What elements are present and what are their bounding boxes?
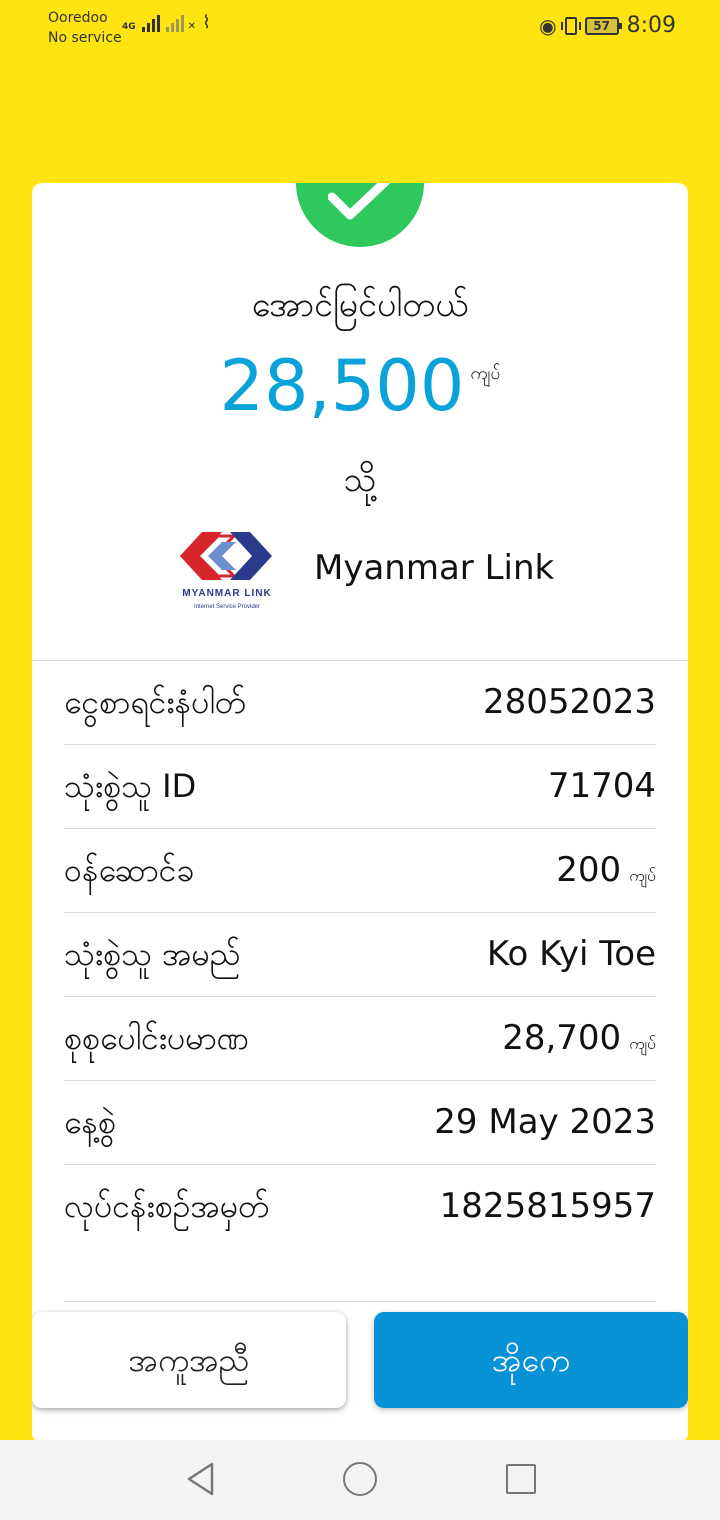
detail-value: 71704 <box>547 766 656 806</box>
success-title: အောင်မြင်ပါတယ် <box>251 285 469 325</box>
status-right: ◉ 57 8:09 <box>539 14 676 38</box>
success-check-icon <box>296 183 424 247</box>
ok-button[interactable]: အိုကေ <box>374 1312 688 1408</box>
detail-label: နေ့စွဲ <box>64 1103 116 1141</box>
detail-value: 200 <box>556 850 622 890</box>
detail-label: လုပ်ငန်းစဉ်အမှတ် <box>64 1187 270 1225</box>
signal-indicators: 4G ✕ ⌇ <box>122 14 211 32</box>
detail-value: Ko Kyi Toe <box>486 934 656 974</box>
logo-text: MYANMAR LINK <box>182 588 271 599</box>
clock: 8:09 <box>626 13 676 38</box>
logo-subtext: Internet Service Provider <box>194 604 260 610</box>
detail-label: သုံးစွဲသူ ID <box>64 767 197 805</box>
help-button[interactable]: အကူအညီ <box>32 1312 346 1408</box>
carrier-name: Ooredoo <box>48 10 108 26</box>
receipt-card: အောင်မြင်ပါတယ် 28,500 ကျပ် သို့ MYANMAR L… <box>32 183 688 1443</box>
amount-value: 28,500 <box>219 345 465 427</box>
navigation-bar <box>0 1440 720 1520</box>
detail-value: 28052023 <box>482 682 656 722</box>
recent-apps-icon[interactable] <box>506 1464 536 1494</box>
detail-row-service-fee: ဝန်ဆောင်ခ 200 ကျပ် <box>64 829 656 913</box>
eye-icon: ◉ <box>539 14 557 38</box>
to-label: သို့ <box>343 460 377 500</box>
home-icon[interactable] <box>343 1462 377 1496</box>
provider-logo: MYANMAR LINK Internet Service Provider <box>172 528 282 618</box>
detail-value: 1825815957 <box>439 1186 656 1226</box>
detail-value: 29 May 2023 <box>434 1102 656 1142</box>
detail-value: 28,700 <box>502 1018 622 1058</box>
detail-label: ငွေစာရင်းနံပါတ် <box>64 683 247 721</box>
detail-label: စုစုပေါင်းပမာဏ <box>64 1019 249 1057</box>
service-status: No service <box>48 30 122 46</box>
carrier-info: Ooredoo No service <box>48 8 122 48</box>
back-icon[interactable] <box>186 1462 216 1496</box>
detail-row-receipt-number: ငွေစာရင်းနံပါတ် 28052023 <box>64 661 656 745</box>
details-list: ငွေစာရင်းနံပါတ် 28052023 သုံးစွဲသူ ID 71… <box>64 661 656 1302</box>
detail-value-wrap: 200 ကျပ် <box>556 849 656 897</box>
detail-row-user-name: သုံးစွဲသူ အမည် Ko Kyi Toe <box>64 913 656 997</box>
amount-unit: ကျပ် <box>470 363 501 384</box>
detail-unit: ကျပ် <box>629 866 656 885</box>
detail-row-transaction-id: လုပ်ငန်းစဉ်အမှတ် 1825815957 <box>64 1165 656 1302</box>
detail-row-total-amount: စုစုပေါင်းပမာဏ 28,700 ကျပ် <box>64 997 656 1081</box>
status-bar: Ooredoo No service 4G ✕ ⌇ ◉ 57 8:09 <box>0 0 720 60</box>
detail-row-user-id: သုံးစွဲသူ ID 71704 <box>64 745 656 829</box>
battery-icon: 57 <box>584 17 622 35</box>
provider-name: Myanmar Link <box>314 548 555 588</box>
detail-label: သုံးစွဲသူ အမည် <box>64 935 241 973</box>
detail-value-wrap: 28,700 ကျပ် <box>502 1017 656 1065</box>
signal-bars-empty-icon <box>165 15 184 32</box>
vibrate-icon <box>560 17 581 35</box>
broom-icon: ⌇ <box>202 12 211 33</box>
detail-unit: ကျပ် <box>629 1034 656 1053</box>
detail-row-date: နေ့စွဲ 29 May 2023 <box>64 1081 656 1165</box>
no-signal-icon: ✕ <box>187 21 197 32</box>
signal-bars-icon <box>141 15 160 32</box>
amount-row: 28,500 ကျပ် <box>32 345 688 427</box>
detail-label: ဝန်ဆောင်ခ <box>64 851 195 889</box>
network-type: 4G <box>122 22 136 32</box>
